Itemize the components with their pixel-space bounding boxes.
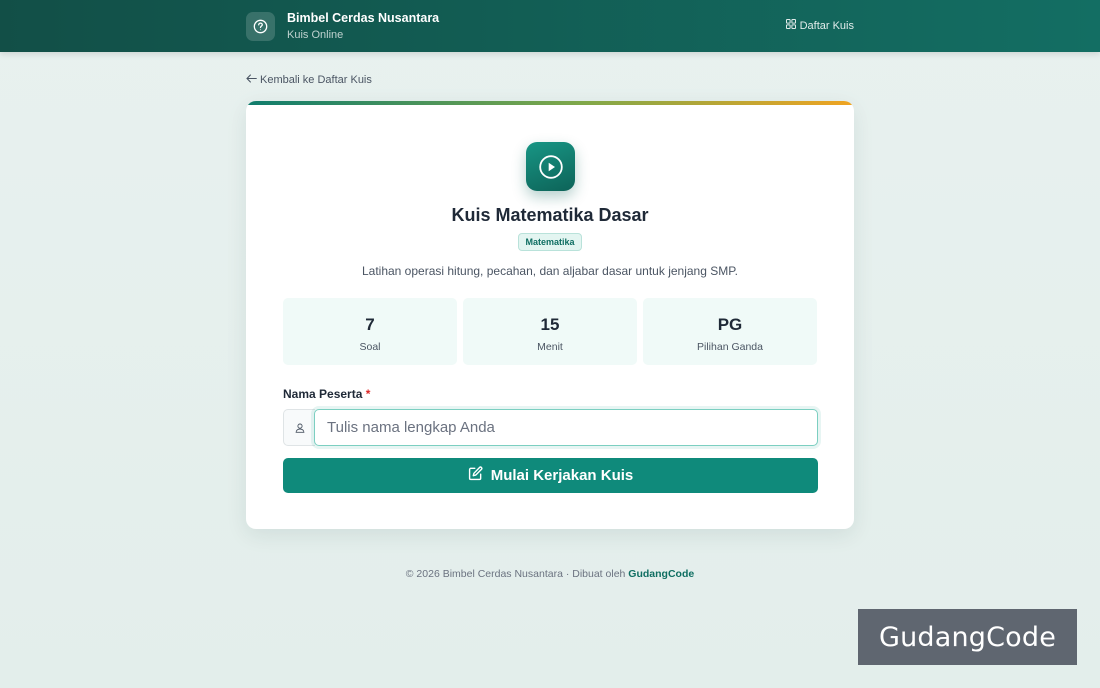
name-field-label-text: Nama Peserta xyxy=(283,387,363,401)
play-circle-icon xyxy=(526,142,575,191)
quiz-description: Latihan operasi hitung, pecahan, dan alj… xyxy=(361,264,739,278)
stat-value: 7 xyxy=(365,315,375,334)
quiz-card: Kuis Matematika Dasar Matematika Latihan… xyxy=(246,101,854,529)
category-badge: Matematika xyxy=(518,233,582,251)
question-circle-icon xyxy=(246,12,275,41)
stat-value: 15 xyxy=(540,315,560,334)
stat-question-count: 7 Soal xyxy=(283,298,457,365)
stat-label: Menit xyxy=(537,341,563,353)
start-quiz-label: Mulai Kerjakan Kuis xyxy=(490,467,634,484)
user-icon xyxy=(283,409,315,446)
back-to-quiz-list-link[interactable]: Kembali ke Daftar Kuis xyxy=(246,74,372,86)
stat-duration: 15 Menit xyxy=(463,298,637,365)
stat-label: Pilihan Ganda xyxy=(697,341,763,353)
card-accent-bar xyxy=(246,101,854,105)
footer-text: © 2026 Bimbel Cerdas Nusantara · Dibuat … xyxy=(405,568,629,580)
stat-value: PG xyxy=(717,315,743,334)
grid-icon xyxy=(785,19,796,32)
nav-quiz-list-label: Daftar Kuis xyxy=(799,19,854,32)
arrow-left-icon xyxy=(246,74,257,86)
stat-question-type: PG Pilihan Ganda xyxy=(643,298,817,365)
nav-quiz-list-link[interactable]: Daftar Kuis xyxy=(785,19,854,32)
edit-icon xyxy=(468,466,483,485)
stat-label: Soal xyxy=(359,341,381,353)
quiz-title: Kuis Matematika Dasar xyxy=(451,205,649,225)
brand[interactable]: Bimbel Cerdas Nusantara Kuis Online xyxy=(246,11,439,42)
required-mark: * xyxy=(365,387,371,401)
participant-name-input[interactable] xyxy=(314,409,818,446)
start-quiz-button[interactable]: Mulai Kerjakan Kuis xyxy=(283,458,818,493)
back-link-label: Kembali ke Daftar Kuis xyxy=(260,74,372,86)
brand-title: Bimbel Cerdas Nusantara xyxy=(287,11,440,25)
footer-credit-link[interactable]: GudangCode xyxy=(628,568,694,580)
page-footer: © 2026 Bimbel Cerdas Nusantara · Dibuat … xyxy=(0,568,1100,580)
brand-subtitle: Kuis Online xyxy=(287,29,344,41)
watermark-label: GudangCode xyxy=(858,609,1077,665)
top-navbar: Bimbel Cerdas Nusantara Kuis Online Daft… xyxy=(0,0,1100,52)
name-field-label: Nama Peserta * xyxy=(283,387,370,401)
